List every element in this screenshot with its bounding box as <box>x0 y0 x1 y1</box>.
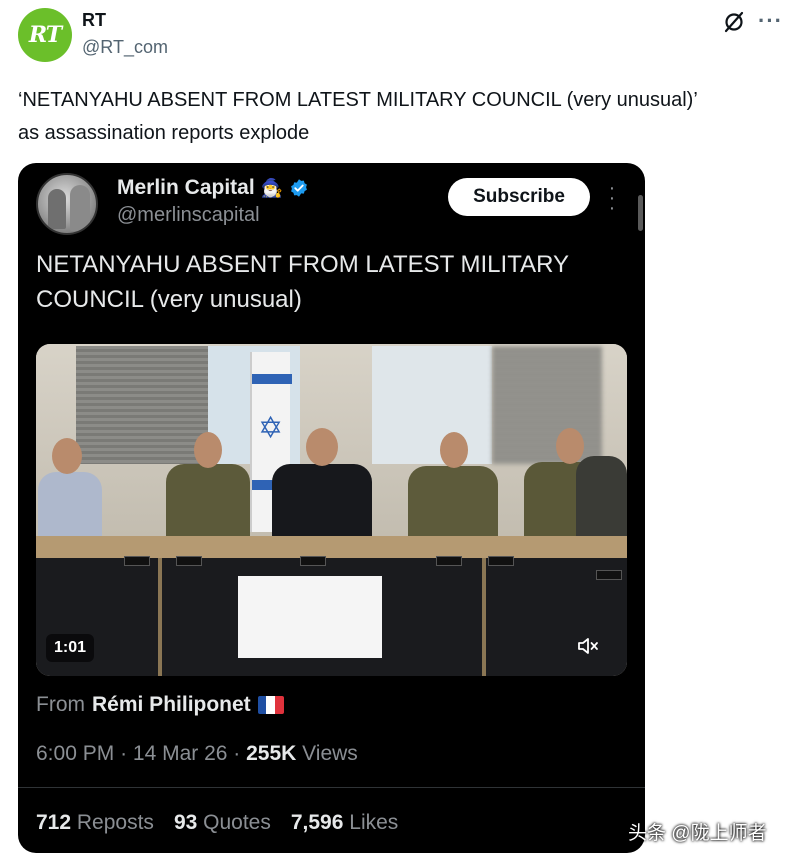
likes-count: 7,596 <box>290 811 344 834</box>
separator-dot: · <box>120 742 133 765</box>
divider <box>18 787 645 788</box>
video-frame-mic <box>436 556 462 566</box>
video-frame-window <box>372 346 492 464</box>
video-frame-mic <box>124 556 150 566</box>
quotes-stat[interactable]: 93 Quotes <box>174 811 271 835</box>
video-person <box>166 464 250 542</box>
vertical-more-icon[interactable]: · · · <box>608 178 616 218</box>
likes-label: Likes <box>349 811 399 834</box>
author-name[interactable]: RT <box>82 10 106 31</box>
video-source-attribution: From Rémi Philiponet <box>36 693 284 717</box>
video-person <box>38 472 102 542</box>
video-player[interactable]: ✡ 1:01 <box>36 344 627 676</box>
video-person <box>272 464 372 542</box>
author-avatar[interactable]: RT <box>18 8 72 62</box>
video-frame-mic <box>596 570 622 580</box>
video-frame-panel-edge <box>482 558 486 676</box>
reposts-label: Reposts <box>76 811 154 834</box>
quoted-author-avatar[interactable] <box>36 173 98 235</box>
video-person-head <box>306 428 338 466</box>
video-frame-panel-edge <box>158 558 162 676</box>
views-count: 255K <box>246 742 297 765</box>
quoted-author-name[interactable]: Merlin Capital <box>117 176 255 200</box>
views-label: Views <box>302 742 358 765</box>
video-frame-blinds <box>76 346 208 464</box>
tweet-text-line: ‘NETANYAHU ABSENT FROM LATEST MILITARY C… <box>18 89 698 111</box>
video-person-head <box>52 438 82 474</box>
subscribe-button[interactable]: Subscribe <box>448 178 590 216</box>
quoted-tweet-text: NETANYAHU ABSENT FROM LATEST MILITARY CO… <box>36 251 569 313</box>
avatar-logo-text: RT <box>28 22 62 48</box>
video-frame-mic <box>300 556 326 566</box>
quoted-media-card[interactable]: Merlin Capital 🧙‍♂️ @merlinscapital Subs… <box>18 163 645 853</box>
tweet-time[interactable]: 6:00 PM <box>36 742 114 765</box>
more-icon[interactable]: ··· <box>758 8 783 34</box>
tweet-date[interactable]: 14 Mar 26 <box>133 742 228 765</box>
video-person <box>408 466 498 542</box>
engagement-stats: 712 Reposts 93 Quotes 7,596 Likes <box>36 811 398 835</box>
reposts-count: 712 <box>36 811 72 834</box>
tweet-timestamp-row: 6:00 PM · 14 Mar 26 · 255K Views <box>36 742 358 766</box>
scrollbar[interactable] <box>638 195 643 231</box>
quotes-label: Quotes <box>203 811 271 834</box>
quotes-count: 93 <box>173 811 198 834</box>
wizard-emoji-icon: 🧙‍♂️ <box>260 177 284 198</box>
france-flag-icon <box>257 696 284 714</box>
author-handle[interactable]: @RT_com <box>82 37 168 58</box>
video-frame-mic <box>176 556 202 566</box>
video-frame-screen <box>238 576 382 658</box>
tweet-text: ‘NETANYAHU ABSENT FROM LATEST MILITARY C… <box>18 84 788 150</box>
video-duration: 1:01 <box>46 634 95 662</box>
quoted-author-name-row: Merlin Capital 🧙‍♂️ <box>117 176 309 200</box>
mute-icon[interactable] <box>576 634 600 658</box>
tweet-text-line: as assassination reports explode <box>18 122 310 144</box>
from-label: From <box>36 693 85 716</box>
likes-stat[interactable]: 7,596 Likes <box>291 811 398 835</box>
reposts-stat[interactable]: 712 Reposts <box>36 811 154 835</box>
separator-dot: · <box>233 742 247 765</box>
video-person-head <box>556 428 584 464</box>
source-watermark: 头条 @陇上师者 <box>628 823 767 844</box>
video-frame-table <box>36 536 627 558</box>
quoted-author-handle[interactable]: @merlinscapital <box>117 204 260 227</box>
video-person-head <box>194 432 222 468</box>
grok-slash-icon[interactable] <box>722 10 746 34</box>
video-frame-mic <box>488 556 514 566</box>
verified-badge-icon <box>291 179 308 197</box>
video-frame-blinds <box>492 346 602 464</box>
video-person <box>576 456 627 542</box>
source-author-name[interactable]: Rémi Philiponet <box>92 693 251 717</box>
video-person-head <box>440 432 468 468</box>
